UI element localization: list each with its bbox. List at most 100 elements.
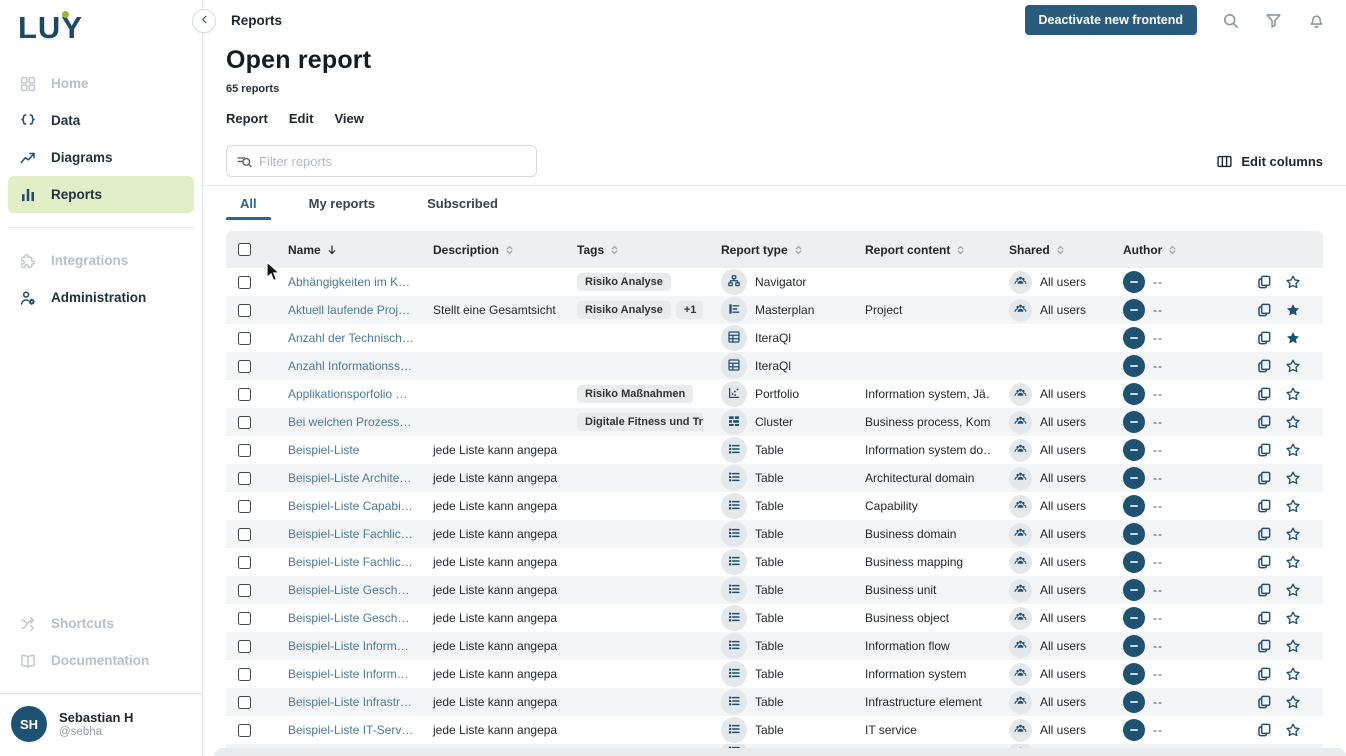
star-icon[interactable] — [1285, 274, 1301, 290]
row-checkbox[interactable] — [238, 472, 251, 485]
copy-icon[interactable] — [1256, 330, 1272, 346]
table-row[interactable]: Beispiel-Liste IT-Servic…jede Liste kann… — [226, 716, 1323, 744]
row-checkbox[interactable] — [238, 416, 251, 429]
tab-subscribed[interactable]: Subscribed — [413, 186, 512, 220]
copy-icon[interactable] — [1256, 358, 1272, 374]
copy-icon[interactable] — [1256, 666, 1272, 682]
row-checkbox[interactable] — [238, 332, 251, 345]
user-profile[interactable]: SH Sebastian H @sebha — [0, 694, 202, 756]
tab-my-reports[interactable]: My reports — [295, 186, 389, 220]
star-icon[interactable] — [1285, 442, 1301, 458]
sidebar-collapse-button[interactable] — [192, 9, 216, 33]
report-name-link[interactable]: Beispiel-Liste Informati… — [288, 639, 415, 653]
report-name-link[interactable]: Beispiel-Liste — [288, 443, 359, 457]
tab-all[interactable]: All — [226, 186, 271, 220]
copy-icon[interactable] — [1256, 526, 1272, 542]
star-icon[interactable] — [1285, 694, 1301, 710]
menu-view[interactable]: View — [334, 111, 363, 126]
copy-icon[interactable] — [1256, 274, 1272, 290]
report-name-link[interactable]: Applikationsporfolio Ü… — [288, 387, 415, 401]
column-header-description[interactable]: Description — [415, 243, 559, 257]
search-icon[interactable] — [1221, 11, 1240, 30]
report-name-link[interactable]: Beispiel-Liste Fachlich… — [288, 555, 415, 569]
tag-pill[interactable]: Risiko Analyse — [577, 301, 671, 319]
sidebar-item-shortcuts[interactable]: Shortcuts — [8, 605, 194, 642]
table-row[interactable]: Beispiel-Liste Capabilityjede Liste kann… — [226, 492, 1323, 520]
row-checkbox[interactable] — [238, 444, 251, 457]
luy-logo[interactable]: LUY — [0, 0, 202, 52]
copy-icon[interactable] — [1256, 442, 1272, 458]
copy-icon[interactable] — [1256, 638, 1272, 654]
copy-icon[interactable] — [1256, 582, 1272, 598]
menu-edit[interactable]: Edit — [289, 111, 314, 126]
row-checkbox[interactable] — [238, 276, 251, 289]
star-filled-icon[interactable] — [1285, 302, 1301, 318]
star-icon[interactable] — [1285, 498, 1301, 514]
row-checkbox[interactable] — [238, 304, 251, 317]
sidebar-item-diagrams[interactable]: Diagrams — [8, 139, 194, 176]
row-checkbox[interactable] — [238, 500, 251, 513]
star-icon[interactable] — [1285, 610, 1301, 626]
table-row[interactable]: Bei welchen Prozessen… Digitale Fitness u… — [226, 408, 1323, 436]
table-row[interactable]: Beispiel-Listejede Liste kann angepa…Tab… — [226, 436, 1323, 464]
row-checkbox[interactable] — [238, 528, 251, 541]
copy-icon[interactable] — [1256, 386, 1272, 402]
copy-icon[interactable] — [1256, 498, 1272, 514]
copy-icon[interactable] — [1256, 470, 1272, 486]
table-row[interactable]: Anzahl Informationssy…IteraQl-- — [226, 352, 1323, 380]
report-name-link[interactable]: Beispiel-Liste Fachlich… — [288, 527, 415, 541]
star-icon[interactable] — [1285, 386, 1301, 402]
column-header-tags[interactable]: Tags — [559, 243, 703, 257]
table-row[interactable]: Beispiel-Liste Architekt…jede Liste kann… — [226, 464, 1323, 492]
row-checkbox[interactable] — [238, 668, 251, 681]
copy-icon[interactable] — [1256, 722, 1272, 738]
star-icon[interactable] — [1285, 414, 1301, 430]
row-checkbox[interactable] — [238, 640, 251, 653]
column-header-shared[interactable]: Shared — [991, 243, 1105, 257]
row-checkbox[interactable] — [238, 556, 251, 569]
star-icon[interactable] — [1285, 582, 1301, 598]
star-icon[interactable] — [1285, 554, 1301, 570]
filter-reports-input[interactable] — [259, 154, 527, 169]
column-header-name[interactable]: Name — [270, 243, 415, 257]
star-icon[interactable] — [1285, 358, 1301, 374]
row-checkbox[interactable] — [238, 612, 251, 625]
copy-icon[interactable] — [1256, 554, 1272, 570]
copy-icon[interactable] — [1256, 414, 1272, 430]
row-checkbox[interactable] — [238, 388, 251, 401]
report-name-link[interactable]: Beispiel-Liste Geschäft… — [288, 611, 415, 625]
select-all-checkbox[interactable] — [238, 243, 251, 256]
copy-icon[interactable] — [1256, 610, 1272, 626]
star-icon[interactable] — [1285, 638, 1301, 654]
menu-report[interactable]: Report — [226, 111, 268, 126]
report-name-link[interactable]: Beispiel-Liste Geschäft… — [288, 583, 415, 597]
tag-pill[interactable]: Digitale Fitness und Tr… — [577, 413, 703, 431]
tag-more-badge[interactable]: +1 — [676, 301, 703, 319]
table-row[interactable]: Beispiel-Liste Fachlich…jede Liste kann … — [226, 520, 1323, 548]
report-name-link[interactable]: Aktuell laufende Projek… — [288, 303, 415, 317]
column-header-report-content[interactable]: Report content — [847, 243, 991, 257]
sidebar-item-home[interactable]: Home — [8, 65, 194, 102]
row-checkbox[interactable] — [238, 360, 251, 373]
report-name-link[interactable]: Beispiel-Liste Capability — [288, 499, 415, 513]
copy-icon[interactable] — [1256, 694, 1272, 710]
copy-icon[interactable] — [1256, 302, 1272, 318]
table-row[interactable]: Beispiel-Liste Informati…jede Liste kann… — [226, 660, 1323, 688]
table-row[interactable]: Beispiel-Liste Fachlich…jede Liste kann … — [226, 548, 1323, 576]
row-checkbox[interactable] — [238, 696, 251, 709]
table-row[interactable]: Beispiel-Liste Infrastru…jede Liste kann… — [226, 688, 1323, 716]
table-row[interactable]: Abhängigkeiten im Kon…Risiko AnalyseNavi… — [226, 268, 1323, 296]
report-name-link[interactable]: Abhängigkeiten im Kon… — [288, 275, 415, 289]
table-row[interactable]: Anzahl der Technische…IteraQl-- — [226, 324, 1323, 352]
table-row[interactable]: Beispiel-Liste Geschäft…jede Liste kann … — [226, 604, 1323, 632]
filter-icon[interactable] — [1264, 11, 1283, 30]
sidebar-item-reports[interactable]: Reports — [8, 176, 194, 213]
star-icon[interactable] — [1285, 470, 1301, 486]
row-checkbox[interactable] — [238, 724, 251, 737]
tag-pill[interactable]: Risiko Maßnahmen — [577, 385, 693, 403]
report-name-link[interactable]: Bei welchen Prozessen… — [288, 415, 415, 429]
report-name-link[interactable]: Anzahl der Technische… — [288, 331, 415, 345]
star-icon[interactable] — [1285, 666, 1301, 682]
star-icon[interactable] — [1285, 722, 1301, 738]
sidebar-item-integrations[interactable]: Integrations — [8, 242, 194, 279]
